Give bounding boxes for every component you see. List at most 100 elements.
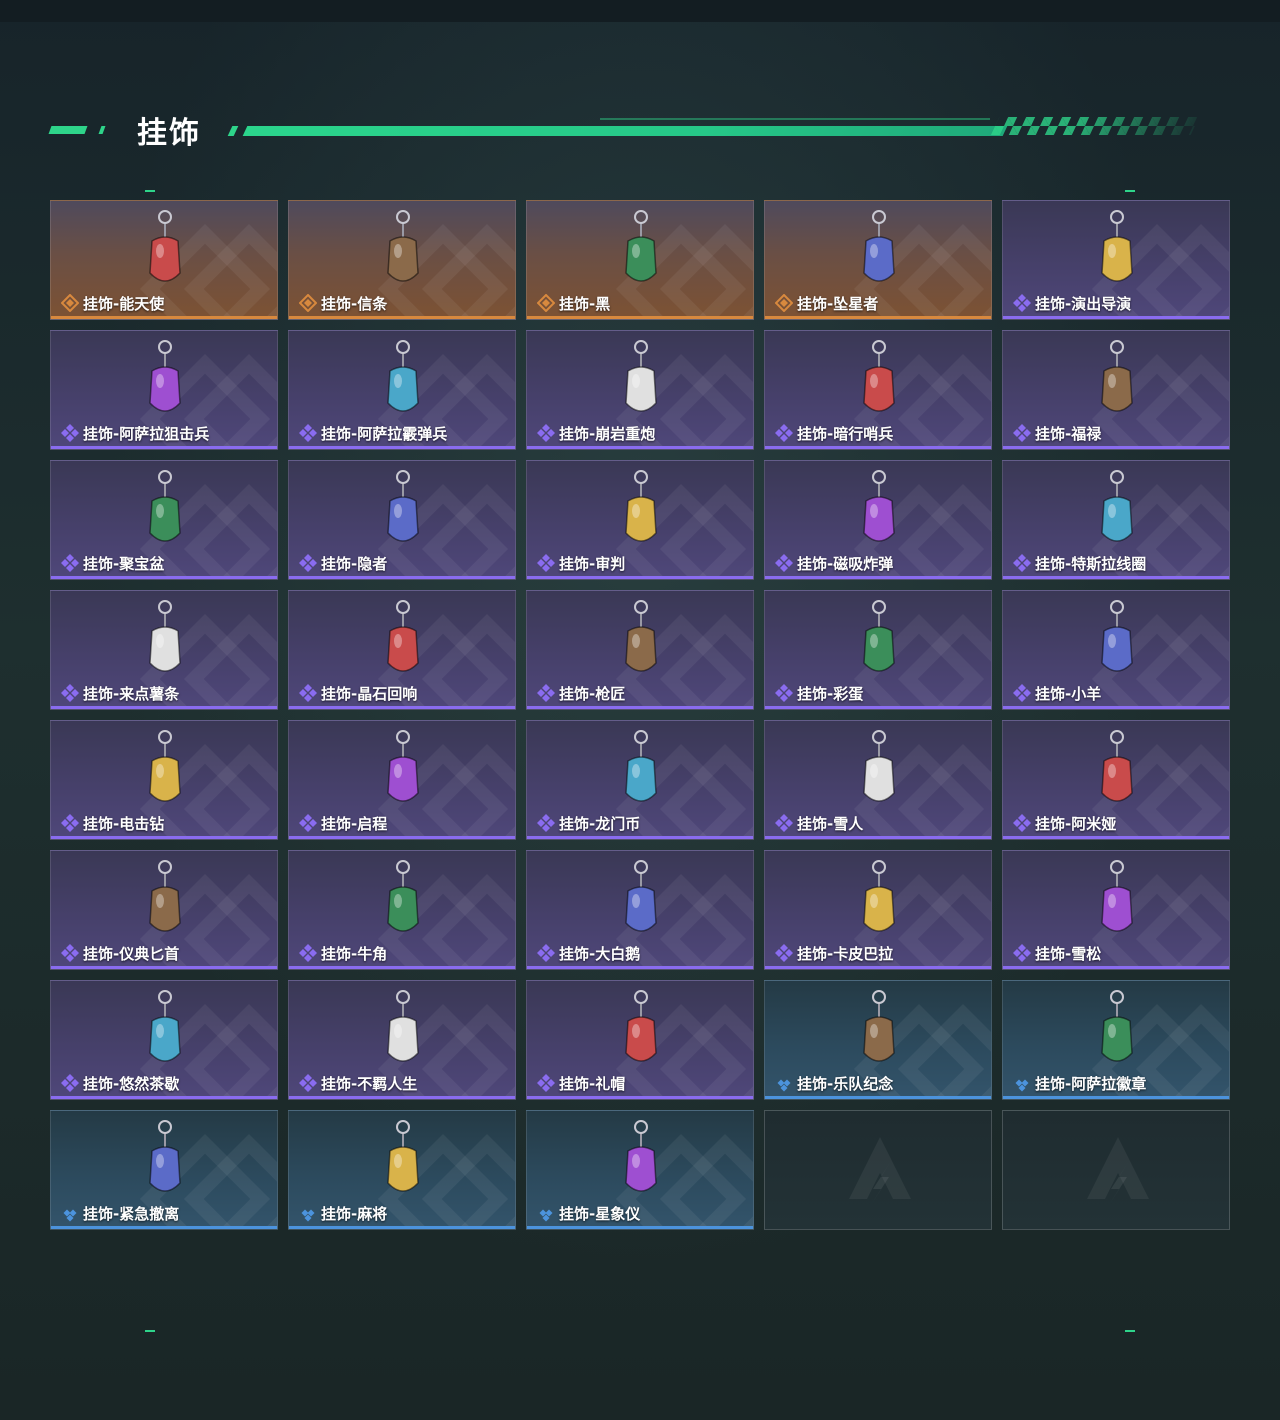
pendant-card[interactable]: 挂饰-悠然茶歇 [50, 980, 278, 1100]
pendant-name: 挂饰-星象仪 [559, 1204, 641, 1223]
card-label: 挂饰-黑 [536, 293, 610, 313]
pendant-card[interactable]: 挂饰-来点薯条 [50, 590, 278, 710]
pendant-card[interactable]: 挂饰-紧急撤离 [50, 1110, 278, 1230]
card-label: 挂饰-磁吸炸弹 [775, 553, 893, 573]
pendant-card[interactable]: 挂饰-星象仪 [526, 1110, 754, 1230]
rarity-bar [1003, 836, 1229, 839]
rarity-bar [51, 446, 277, 449]
pendant-image [378, 337, 428, 425]
rarity-purple-icon [299, 424, 317, 442]
pendant-card[interactable]: 挂饰-信条 [288, 200, 516, 320]
rarity-purple-icon [61, 814, 79, 832]
pendant-image [140, 467, 190, 555]
card-label: 挂饰-晶石回响 [299, 683, 417, 703]
header-checker-pattern [990, 117, 1200, 135]
rarity-blue-icon [537, 1204, 555, 1222]
card-label: 挂饰-乐队纪念 [775, 1073, 893, 1093]
pendant-card[interactable]: 挂饰-电击钻 [50, 720, 278, 840]
pendant-card[interactable]: 挂饰-乐队纪念 [764, 980, 992, 1100]
pendant-card[interactable]: 挂饰-雪松 [1002, 850, 1230, 970]
pendant-name: 挂饰-卡皮巴拉 [797, 944, 894, 963]
rarity-purple-icon [775, 424, 793, 442]
rarity-purple-icon [775, 814, 793, 832]
pendant-image [1092, 207, 1142, 295]
rarity-purple-icon [1013, 554, 1031, 572]
pendant-card[interactable]: 挂饰-隐者 [288, 460, 516, 580]
pendant-card[interactable]: 挂饰-礼帽 [526, 980, 754, 1100]
pendant-image [854, 207, 904, 295]
pendant-card[interactable]: 挂饰-牛角 [288, 850, 516, 970]
rarity-bar [527, 316, 753, 319]
pendant-card[interactable]: 挂饰-坠星者 [764, 200, 992, 320]
pendant-image [378, 467, 428, 555]
pendant-card[interactable]: 挂饰-仪典匕首 [50, 850, 278, 970]
pendant-name: 挂饰-阿萨拉霰弹兵 [321, 424, 448, 443]
rarity-purple-icon [299, 554, 317, 572]
rarity-bar [527, 836, 753, 839]
rarity-bar [527, 1226, 753, 1229]
pendant-card[interactable]: 挂饰-启程 [288, 720, 516, 840]
pendant-card[interactable]: 挂饰-大白鹅 [526, 850, 754, 970]
pendant-card[interactable]: 挂饰-暗行哨兵 [764, 330, 992, 450]
pendant-card[interactable]: 挂饰-演出导演 [1002, 200, 1230, 320]
pendant-card[interactable]: 挂饰-福禄 [1002, 330, 1230, 450]
rarity-bar [765, 966, 991, 969]
pendant-card[interactable]: 挂饰-能天使 [50, 200, 278, 320]
rarity-blue-icon [1013, 1074, 1031, 1092]
rarity-bar [289, 836, 515, 839]
rarity-purple-icon [1013, 294, 1031, 312]
rarity-bar [527, 576, 753, 579]
pendant-name: 挂饰-雪松 [1035, 944, 1102, 963]
rarity-purple-icon [61, 944, 79, 962]
pendant-card[interactable]: 挂饰-聚宝盆 [50, 460, 278, 580]
pendant-card[interactable]: 挂饰-阿萨拉霰弹兵 [288, 330, 516, 450]
rarity-purple-icon [537, 814, 555, 832]
pendant-card[interactable]: 挂饰-卡皮巴拉 [764, 850, 992, 970]
pendant-card[interactable]: 挂饰-麻将 [288, 1110, 516, 1230]
card-label: 挂饰-启程 [299, 813, 387, 833]
pendant-card[interactable]: 挂饰-审判 [526, 460, 754, 580]
pendant-card[interactable]: 挂饰-龙门币 [526, 720, 754, 840]
rarity-bar [289, 706, 515, 709]
card-label: 挂饰-电击钻 [61, 813, 164, 833]
card-label: 挂饰-紧急撤离 [61, 1203, 179, 1223]
pendant-image [378, 597, 428, 685]
rarity-gold-icon [60, 293, 80, 313]
card-label: 挂饰-特斯拉线圈 [1013, 553, 1146, 573]
pendant-card[interactable]: 挂饰-黑 [526, 200, 754, 320]
pendant-image [616, 467, 666, 555]
card-label: 挂饰-仪典匕首 [61, 943, 179, 963]
pendant-card[interactable]: 挂饰-晶石回响 [288, 590, 516, 710]
pendant-image [140, 337, 190, 425]
rarity-bar [765, 576, 991, 579]
pendant-card[interactable]: 挂饰-阿米娅 [1002, 720, 1230, 840]
pendant-card[interactable]: 挂饰-磁吸炸弹 [764, 460, 992, 580]
rarity-purple-icon [1013, 814, 1031, 832]
pendant-name: 挂饰-福禄 [1035, 424, 1102, 443]
pendant-name: 挂饰-不羁人生 [321, 1074, 418, 1093]
pendant-name: 挂饰-龙门币 [559, 814, 641, 833]
rarity-bar [1003, 576, 1229, 579]
card-label: 挂饰-麻将 [299, 1203, 387, 1223]
pendant-card[interactable]: 挂饰-小羊 [1002, 590, 1230, 710]
rarity-purple-icon [537, 684, 555, 702]
card-label: 挂饰-礼帽 [537, 1073, 625, 1093]
rarity-purple-icon [61, 684, 79, 702]
pendant-image [854, 467, 904, 555]
pendant-card[interactable]: 挂饰-不羁人生 [288, 980, 516, 1100]
pendant-image [140, 857, 190, 945]
pendant-card[interactable]: 挂饰-阿萨拉狙击兵 [50, 330, 278, 450]
pendant-image [616, 207, 666, 295]
pendant-card[interactable]: 挂饰-特斯拉线圈 [1002, 460, 1230, 580]
pendant-card[interactable]: 挂饰-彩蛋 [764, 590, 992, 710]
pendant-name: 挂饰-启程 [321, 814, 388, 833]
pendant-card[interactable]: 挂饰-枪匠 [526, 590, 754, 710]
pendant-name: 挂饰-电击钻 [83, 814, 165, 833]
rarity-bar [527, 966, 753, 969]
pendant-card[interactable]: 挂饰-崩岩重炮 [526, 330, 754, 450]
pendant-card[interactable]: 挂饰-阿萨拉徽章 [1002, 980, 1230, 1100]
rarity-bar [289, 1226, 515, 1229]
card-label: 挂饰-阿萨拉霰弹兵 [299, 423, 447, 443]
pendant-image [1092, 337, 1142, 425]
pendant-card[interactable]: 挂饰-雪人 [764, 720, 992, 840]
